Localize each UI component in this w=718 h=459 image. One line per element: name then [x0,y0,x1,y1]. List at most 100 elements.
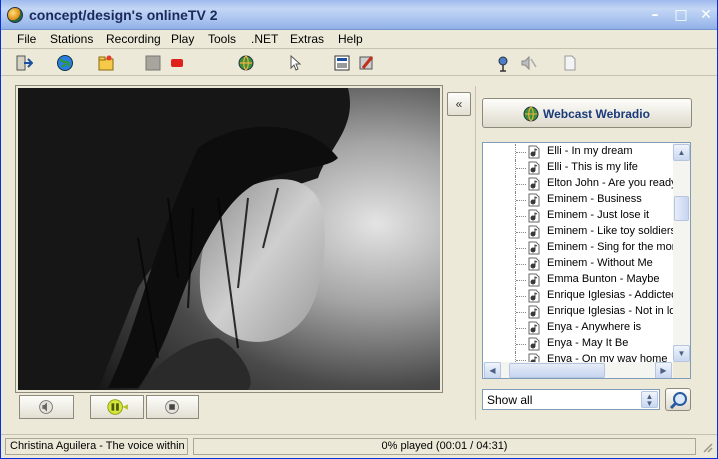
list-item-label: Elli - This is my life [547,161,638,173]
tree-branch [516,216,526,217]
menu-net[interactable]: .NET [251,32,278,46]
list-item[interactable]: Eminem - Sing for the mom [483,240,673,256]
maximize-button[interactable]: □ [671,5,691,25]
list-item[interactable]: Elli - In my dream [483,144,673,160]
filter-value: Show all [487,393,533,407]
scroll-down-button[interactable]: ▼ [673,345,690,362]
playlist-file-icon [528,305,540,319]
web-globe-icon[interactable] [237,54,255,72]
list-item-label: Enrique Iglesias - Not in lov [547,305,673,317]
panel-divider [475,86,476,420]
playlist-file-icon [528,209,540,223]
tree-branch [516,328,526,329]
list-item-label: Eminem - Just lose it [547,209,650,221]
list-item[interactable]: Enya - Anywhere is [483,320,673,336]
list-item[interactable]: Enrique Iglesias - Addicted [483,288,673,304]
window-title: concept/design's onlineTV 2 [29,7,218,23]
filter-dropdown[interactable]: Show all ▲ ▼ [482,389,660,410]
menu-extras[interactable]: Extras [290,32,324,46]
collapse-panel-button[interactable]: « [447,92,471,116]
horizontal-scroll-thumb[interactable] [509,363,605,378]
app-window: concept/design's onlineTV 2 – □ ✕ File S… [0,0,718,459]
playlist-file-icon [528,177,540,191]
playlist-file-icon [528,321,540,335]
now-playing-text: Christina Aguilera - The voice within [5,438,188,455]
minimize-button[interactable]: – [645,5,665,25]
playlist-file-icon [528,145,540,159]
playlist-file-icon [528,225,540,239]
video-display[interactable] [18,88,440,390]
list-item[interactable]: Elton John - Are you ready [483,176,673,192]
list-item-label: Eminem - Like toy soldiers [547,225,673,237]
list-item[interactable]: Eminem - Without Me [483,256,673,272]
mute-icon[interactable] [519,54,537,72]
tree-branch [516,184,526,185]
tree-branch [516,232,526,233]
list-item[interactable]: Enya - May It Be [483,336,673,352]
settings-icon[interactable] [358,54,376,72]
list-item[interactable]: Eminem - Just lose it [483,208,673,224]
pause-button[interactable] [90,395,144,419]
list-item[interactable]: Emma Bunton - Maybe [483,272,673,288]
menu-file[interactable]: File [17,32,36,46]
tree-branch [516,168,526,169]
scroll-corner [673,362,690,378]
playlist-file-icon [528,241,540,255]
title-bar[interactable]: concept/design's onlineTV 2 – □ ✕ [1,0,717,30]
list-item-label: Elli - In my dream [547,145,633,157]
playback-progress: 0% played (00:01 / 04:31) [193,438,696,455]
list-item-label: Eminem - Without Me [547,257,653,269]
list-item[interactable]: Eminem - Like toy soldiers [483,224,673,240]
search-button[interactable] [665,388,691,411]
tree-branch [516,264,526,265]
horizontal-scrollbar[interactable]: ◀ ▶ [483,362,673,378]
list-item-label: Enya - Anywhere is [547,321,642,333]
playlist-file-icon [528,289,540,303]
list-item-label: Eminem - Sing for the mom [547,241,673,253]
progress-text: 0% played (00:01 / 04:31) [381,440,508,452]
stop-button[interactable] [146,395,199,419]
menu-help[interactable]: Help [338,32,363,46]
menu-bar: File Stations Recording Play Tools .NET … [1,30,717,49]
menu-stations[interactable]: Stations [50,32,93,46]
document-icon[interactable] [561,54,579,72]
exit-icon[interactable] [15,54,33,72]
tree-branch [516,248,526,249]
status-bar: Christina Aguilera - The voice within 0%… [1,434,717,458]
globe-icon[interactable] [56,54,74,72]
webcast-webradio-button[interactable]: Webcast Webradio [482,98,692,128]
app-logo-icon [7,7,23,23]
radio-antenna-icon[interactable] [495,54,513,72]
tree-branch [516,200,526,201]
vertical-scrollbar[interactable]: ▲ ▼ [673,143,690,362]
close-button[interactable]: ✕ [696,5,716,25]
stop-square-icon[interactable] [144,54,162,72]
resize-grip-icon[interactable] [701,441,713,455]
list-item[interactable]: Elli - This is my life [483,160,673,176]
playlist-file-icon [528,273,540,287]
menu-recording[interactable]: Recording [106,32,161,46]
webcast-webradio-label: Webcast Webradio [543,107,650,121]
list-item[interactable]: Eminem - Business [483,192,673,208]
scroll-left-button[interactable]: ◀ [484,362,501,378]
list-item-label: Enya - May It Be [547,337,629,349]
list-item-label: Emma Bunton - Maybe [547,273,660,285]
station-list[interactable]: Elli - In my dream Elli - This is my life… [482,142,691,379]
playlist-file-icon [528,257,540,271]
screen-capture-icon[interactable] [333,54,351,72]
scroll-thumb[interactable] [674,196,689,221]
folder-star-icon[interactable] [97,54,115,72]
toolbar [1,50,717,76]
scroll-up-button[interactable]: ▲ [673,144,690,161]
pointer-icon[interactable] [286,54,304,72]
list-item-label: Enrique Iglesias - Addicted [547,289,673,301]
volume-button[interactable] [19,395,74,419]
menu-play[interactable]: Play [171,32,194,46]
record-icon[interactable] [168,54,186,72]
scroll-right-button[interactable]: ▶ [655,362,672,378]
tree-branch [516,344,526,345]
chevron-updown-icon[interactable]: ▲ ▼ [641,391,658,408]
menu-tools[interactable]: Tools [208,32,236,46]
list-item[interactable]: Enrique Iglesias - Not in lov [483,304,673,320]
tree-branch [516,360,526,361]
